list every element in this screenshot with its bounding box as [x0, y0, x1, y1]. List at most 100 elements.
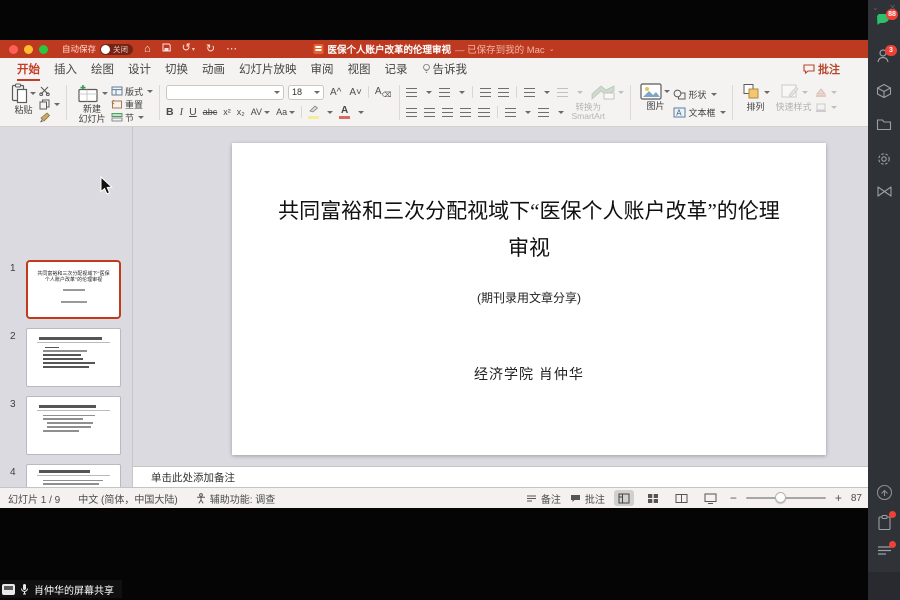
align-center-button[interactable]	[424, 107, 436, 117]
slide-sorter-view-button[interactable]	[643, 490, 663, 506]
shapes-button[interactable]: 形状	[673, 88, 725, 100]
shapes-caret[interactable]	[710, 92, 717, 96]
tab-view[interactable]: 视图	[341, 58, 378, 80]
zoom-out-button[interactable]: −	[730, 491, 737, 505]
tab-review[interactable]: 审阅	[304, 58, 341, 80]
tab-insert[interactable]: 插入	[47, 58, 84, 80]
zoom-slider[interactable]	[745, 492, 826, 503]
slide-thumbnail-4[interactable]	[26, 464, 121, 487]
language-status[interactable]: 中文 (简体，中国大陆)	[78, 491, 177, 506]
decrease-indent-button[interactable]	[480, 87, 492, 97]
align-right-button[interactable]	[442, 107, 454, 117]
tab-home[interactable]: 开始	[10, 58, 47, 81]
vertical-text-caret[interactable]	[525, 110, 532, 114]
align-text-button[interactable]	[538, 107, 550, 117]
cut-button[interactable]	[39, 85, 60, 97]
change-case-button[interactable]: Aa	[276, 107, 296, 117]
zoom-in-button[interactable]: +	[835, 491, 842, 505]
zoom-window-button[interactable]	[39, 44, 48, 54]
text-direction-button[interactable]	[557, 87, 569, 97]
layout-button[interactable]: 版式	[111, 85, 154, 97]
vertical-text-button[interactable]	[505, 107, 517, 117]
font-color-caret[interactable]	[358, 110, 365, 114]
new-slide-button[interactable]: 新建 幻灯片	[76, 83, 108, 124]
shape-outline-button[interactable]	[815, 102, 837, 114]
slide-subtitle[interactable]: (期刊录用文章分享)	[232, 289, 826, 306]
picture-caret[interactable]	[664, 90, 671, 93]
title-chevron-icon[interactable]: ⌄	[549, 45, 555, 53]
slide-thumbnail-3[interactable]	[26, 396, 121, 455]
font-color-button[interactable]: A	[339, 105, 351, 119]
bowtie-button[interactable]	[868, 185, 900, 198]
more-commands-icon[interactable]: ⋯	[226, 40, 237, 58]
comments-button[interactable]: 批注	[803, 61, 840, 77]
doc-save-status[interactable]: — 已保存到我的 Mac	[455, 42, 545, 56]
increase-indent-button[interactable]	[498, 87, 510, 97]
align-left-button[interactable]	[406, 107, 418, 117]
tab-record[interactable]: 记录	[378, 58, 415, 80]
highlight-caret[interactable]	[327, 110, 334, 114]
slide-author[interactable]: 经济学院 肖仲华	[232, 364, 826, 384]
align-text-caret[interactable]	[558, 110, 565, 114]
grow-font-button[interactable]: A^	[328, 87, 343, 98]
line-spacing-button[interactable]	[524, 87, 536, 97]
reset-button[interactable]: 重置	[111, 98, 153, 110]
apps-button[interactable]	[868, 83, 900, 99]
format-painter-button[interactable]	[39, 111, 60, 123]
underline-button[interactable]: U	[189, 106, 197, 118]
highlight-color-button[interactable]	[308, 105, 320, 119]
textbox-caret[interactable]	[719, 110, 726, 114]
italic-button[interactable]: I	[180, 107, 184, 118]
current-slide[interactable]: 共同富裕和三次分配视域下“医保个人账户改革”的伦理审视 (期刊录用文章分享) 经…	[232, 143, 826, 455]
numbering-caret[interactable]	[459, 90, 466, 94]
strikethrough-button[interactable]: abc	[203, 107, 218, 117]
accessibility-status[interactable]: 辅助功能: 调查	[196, 491, 275, 506]
home-icon[interactable]: ⌂	[144, 40, 151, 58]
autosave-control[interactable]: 自动保存 关闭	[62, 43, 134, 55]
bullets-caret[interactable]	[426, 90, 433, 94]
arrange-caret[interactable]	[763, 90, 770, 94]
char-spacing-button[interactable]: AV	[251, 107, 271, 117]
share-control-button[interactable]	[868, 484, 900, 501]
zoom-percentage[interactable]: 87	[851, 493, 862, 504]
normal-view-button[interactable]	[613, 490, 634, 506]
slide-thumbnail-panel[interactable]: 1 共同富裕和三次分配视域下“医保个人账户改革”的伦理审视 2 3 4	[0, 127, 133, 487]
documents-button[interactable]	[868, 118, 900, 131]
superscript-button[interactable]: x²	[223, 107, 231, 117]
arrange-button[interactable]: 排列	[742, 83, 770, 112]
new-slide-dropdown-caret[interactable]	[102, 91, 108, 95]
tab-design[interactable]: 设计	[121, 58, 158, 80]
quick-styles-button[interactable]: 快速样式	[776, 83, 812, 112]
close-window-button[interactable]	[9, 44, 18, 54]
justify-button[interactable]	[460, 107, 472, 117]
redo-button[interactable]: ↻	[206, 40, 215, 58]
minimize-window-button[interactable]	[24, 44, 33, 54]
autosave-toggle[interactable]: 关闭	[100, 43, 134, 55]
numbering-button[interactable]	[439, 87, 451, 97]
columns-button[interactable]	[478, 107, 491, 117]
settings-button[interactable]	[868, 151, 900, 167]
tab-animations[interactable]: 动画	[195, 58, 232, 80]
section-caret[interactable]	[138, 115, 145, 119]
shape-fill-button[interactable]	[815, 87, 837, 99]
comments-toggle[interactable]: 批注	[570, 491, 605, 506]
notes-pane[interactable]: 单击此处添加备注	[133, 466, 868, 487]
paste-button[interactable]: 粘贴	[11, 83, 36, 115]
bold-button[interactable]: B	[166, 106, 174, 118]
save-icon[interactable]	[162, 40, 171, 58]
layout-caret[interactable]	[147, 89, 154, 93]
slide-title[interactable]: 共同富裕和三次分配视域下“医保个人账户改革”的伦理审视	[269, 193, 789, 267]
text-direction-caret[interactable]	[577, 90, 584, 94]
paste-dropdown-caret[interactable]	[30, 92, 36, 95]
section-button[interactable]: 节	[111, 111, 153, 123]
picture-button[interactable]: 图片	[640, 83, 671, 111]
subscript-button[interactable]: x₂	[237, 107, 245, 117]
reading-view-button[interactable]	[672, 490, 692, 506]
tab-draw[interactable]: 绘图	[84, 58, 121, 80]
undo-button[interactable]: ↺▾	[182, 39, 195, 59]
clear-formatting-button[interactable]: A⌫	[373, 86, 394, 99]
textbox-button[interactable]: A 文本框	[673, 106, 726, 118]
zoom-slider-knob[interactable]	[774, 492, 786, 503]
copy-dropdown-caret[interactable]	[54, 102, 60, 106]
line-spacing-caret[interactable]	[544, 90, 551, 94]
